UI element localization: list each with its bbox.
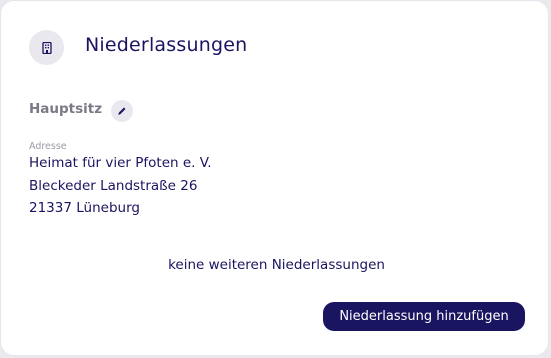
address-label: Adresse: [29, 141, 67, 152]
add-branch-button[interactable]: Niederlassung hinzufügen: [323, 302, 525, 331]
edit-main-office-button[interactable]: [111, 100, 133, 122]
building-icon: [41, 41, 52, 54]
no-branches-note: keine weiteren Niederlassungen: [168, 257, 385, 273]
building-icon-circle: [29, 30, 64, 65]
address-line-city: 21337 Lüneburg: [29, 200, 140, 216]
pencil-icon: [118, 107, 126, 115]
page-title: Niederlassungen: [85, 34, 248, 56]
address-line-street: Bleckeder Landstraße 26: [29, 178, 198, 194]
branches-card: Niederlassungen Hauptsitz Adresse Heimat…: [0, 0, 549, 356]
address-line-name: Heimat für vier Pfoten e. V.: [29, 155, 212, 171]
main-office-label: Hauptsitz: [29, 101, 103, 117]
